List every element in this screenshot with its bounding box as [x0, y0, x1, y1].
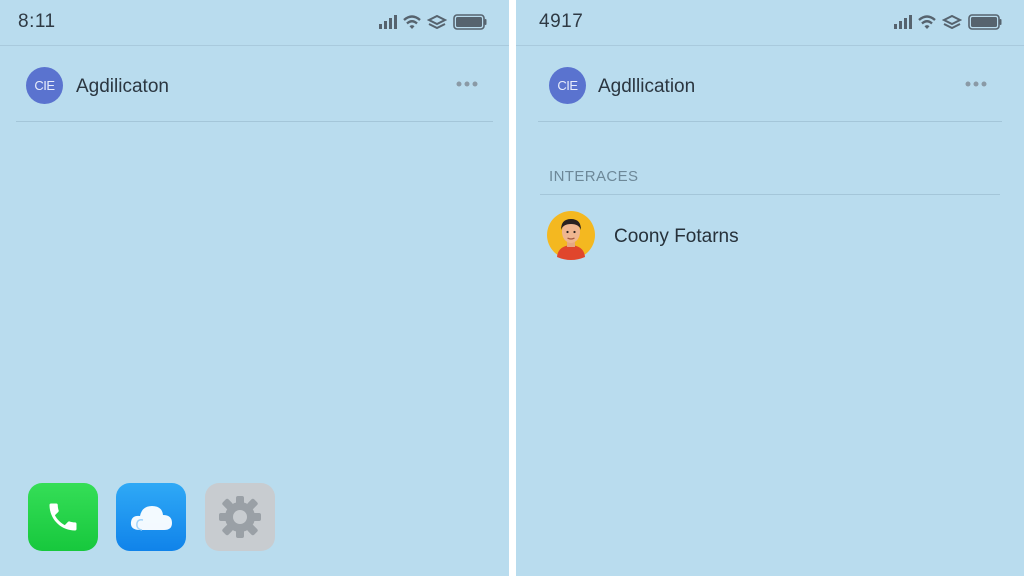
section-divider: [540, 194, 1000, 195]
app-title: Agdilicaton: [76, 76, 169, 97]
status-bar: 4917: [516, 0, 1024, 46]
battery-icon: [968, 14, 1002, 30]
cloud-app-button[interactable]: [116, 483, 186, 551]
cloud-icon: [130, 506, 172, 531]
status-icons: [379, 12, 487, 32]
more-options-icon[interactable]: [964, 80, 988, 88]
network-icon: [942, 15, 962, 29]
app-badge[interactable]: CIE: [26, 67, 63, 104]
left-screen: 8:11 CIE Agdilicaton: [0, 0, 509, 576]
app-badge[interactable]: CIE: [549, 67, 586, 104]
status-time: 8:11: [18, 11, 56, 32]
signal-icon: [379, 15, 397, 29]
status-icons: [894, 12, 1002, 32]
contact-row[interactable]: Coony Fotarns: [546, 209, 966, 261]
status-time: 4917: [539, 11, 584, 32]
wifi-icon: [918, 14, 936, 29]
phone-app-button[interactable]: [28, 483, 98, 551]
person-avatar: [547, 211, 595, 260]
network-icon: [427, 15, 447, 29]
app-title: Agdllication: [598, 76, 696, 97]
section-label: INTERACES: [549, 168, 639, 185]
signal-icon: [894, 15, 912, 29]
contact-name: Coony Fotarns: [614, 226, 739, 247]
status-bar: 8:11: [0, 0, 509, 46]
more-options-icon[interactable]: [455, 80, 479, 88]
settings-app-button[interactable]: [205, 483, 275, 551]
app-header: CIE Agdilicaton: [16, 48, 493, 122]
phone-icon: [49, 503, 77, 531]
gear-icon: [219, 496, 261, 538]
battery-icon: [453, 14, 487, 30]
right-screen: 4917 CIE Agdllication INTERACES Coony Fo…: [516, 0, 1024, 576]
wifi-icon: [403, 14, 421, 29]
app-header: CIE Agdllication: [538, 48, 1002, 122]
